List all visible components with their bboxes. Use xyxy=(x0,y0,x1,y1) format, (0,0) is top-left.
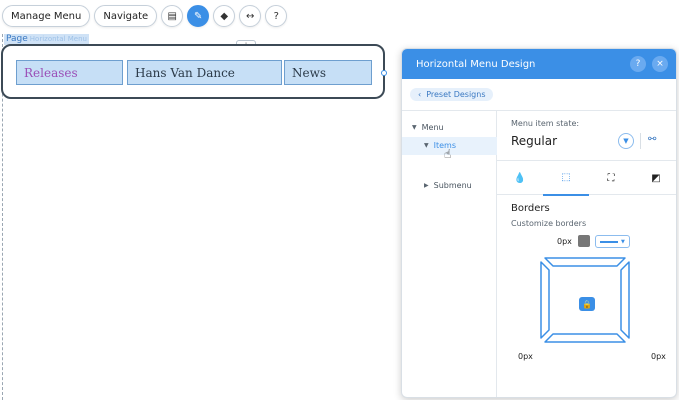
left-border-width[interactable]: 0px xyxy=(518,352,533,361)
tree-column: ▼ Menu ▼ Items ☝ ▶ Submenu xyxy=(402,111,497,397)
menu-item-news[interactable]: News xyxy=(284,60,372,85)
chevron-down-icon: ▼ xyxy=(621,238,625,245)
caret-down-icon: ▼ xyxy=(412,124,417,131)
navigate-button[interactable]: Navigate xyxy=(94,5,158,27)
state-divider xyxy=(640,133,641,149)
chevron-down-icon[interactable]: ▼ xyxy=(618,133,634,149)
right-border-width[interactable]: 0px xyxy=(651,352,666,361)
close-icon[interactable]: × xyxy=(652,56,668,72)
caret-down-icon: ▼ xyxy=(424,142,429,149)
preset-designs-label: Preset Designs xyxy=(426,90,486,99)
lock-icon[interactable]: 🔒 xyxy=(579,297,595,311)
design-tabs: 💧 ⬚ ⛶ ◩ xyxy=(497,160,676,196)
menu-item-releases[interactable]: Releases xyxy=(16,60,123,85)
pen-icon[interactable]: ✎ xyxy=(187,5,210,27)
stretch-icon[interactable]: ↔ xyxy=(239,5,262,27)
hand-cursor-icon: ☝ xyxy=(444,147,452,161)
manage-menu-button[interactable]: Manage Menu xyxy=(2,5,91,27)
border-icon[interactable]: ⬚ xyxy=(543,161,589,196)
panel-body: ▼ Menu ▼ Items ☝ ▶ Submenu Menu item sta… xyxy=(402,111,676,397)
menu-item-hans-van-dance[interactable]: Hans Van Dance xyxy=(127,60,282,85)
chevron-left-icon: ‹ xyxy=(418,90,422,99)
panel-title: Horizontal Menu Design xyxy=(416,58,536,70)
border-style-select[interactable]: ▼ xyxy=(595,235,630,248)
top-border-segment[interactable] xyxy=(544,257,626,267)
settings-column: Menu item state: Regular ▼ ⚯ 💧 ⬚ ⛶ ◩ Bor… xyxy=(497,111,676,397)
borders-subtitle: Customize borders xyxy=(511,219,587,228)
left-border-segment[interactable] xyxy=(540,261,550,339)
layout-icon[interactable]: ▤ xyxy=(161,5,184,27)
border-color-swatch[interactable] xyxy=(578,235,590,247)
tree-item-submenu[interactable]: ▶ Submenu xyxy=(424,181,472,190)
corners-icon[interactable]: ⛶ xyxy=(588,161,634,196)
animation-icon[interactable]: ◆ xyxy=(213,5,236,27)
bottom-border-segment[interactable] xyxy=(544,333,626,343)
panel-header: Horizontal Menu Design ? × xyxy=(402,49,676,79)
preset-row: ‹ Preset Designs xyxy=(402,79,676,111)
fill-icon[interactable]: 💧 xyxy=(497,161,543,196)
border-style-line xyxy=(600,240,618,243)
tree-item-submenu-label: Submenu xyxy=(433,181,472,190)
help-icon[interactable]: ? xyxy=(630,56,646,72)
top-border-width[interactable]: 0px xyxy=(557,237,572,246)
right-border-segment[interactable] xyxy=(620,261,630,339)
caret-right-icon: ▶ xyxy=(424,182,429,189)
menu-toolbar: Manage Menu Navigate ▤ ✎ ◆ ↔ ? xyxy=(2,5,288,27)
horizontal-menu[interactable]: Releases Hans Van Dance News xyxy=(1,44,387,99)
resize-handle[interactable] xyxy=(381,70,387,76)
tree-item-menu-label: Menu xyxy=(421,123,444,132)
preset-designs-button[interactable]: ‹ Preset Designs xyxy=(410,88,494,101)
help-icon[interactable]: ? xyxy=(265,5,288,27)
tree-item-menu[interactable]: ▼ Menu xyxy=(412,123,444,132)
editor-stage: Manage Menu Navigate ▤ ✎ ◆ ↔ ? Page Hori… xyxy=(0,0,679,400)
menu-design-panel: Horizontal Menu Design ? × ‹ Preset Desi… xyxy=(401,48,677,398)
state-label: Menu item state: xyxy=(511,119,580,128)
borders-title: Borders xyxy=(511,203,550,214)
link-icon[interactable]: ⚯ xyxy=(648,134,656,145)
shadow-icon[interactable]: ◩ xyxy=(633,161,676,196)
state-value[interactable]: Regular xyxy=(511,134,557,148)
